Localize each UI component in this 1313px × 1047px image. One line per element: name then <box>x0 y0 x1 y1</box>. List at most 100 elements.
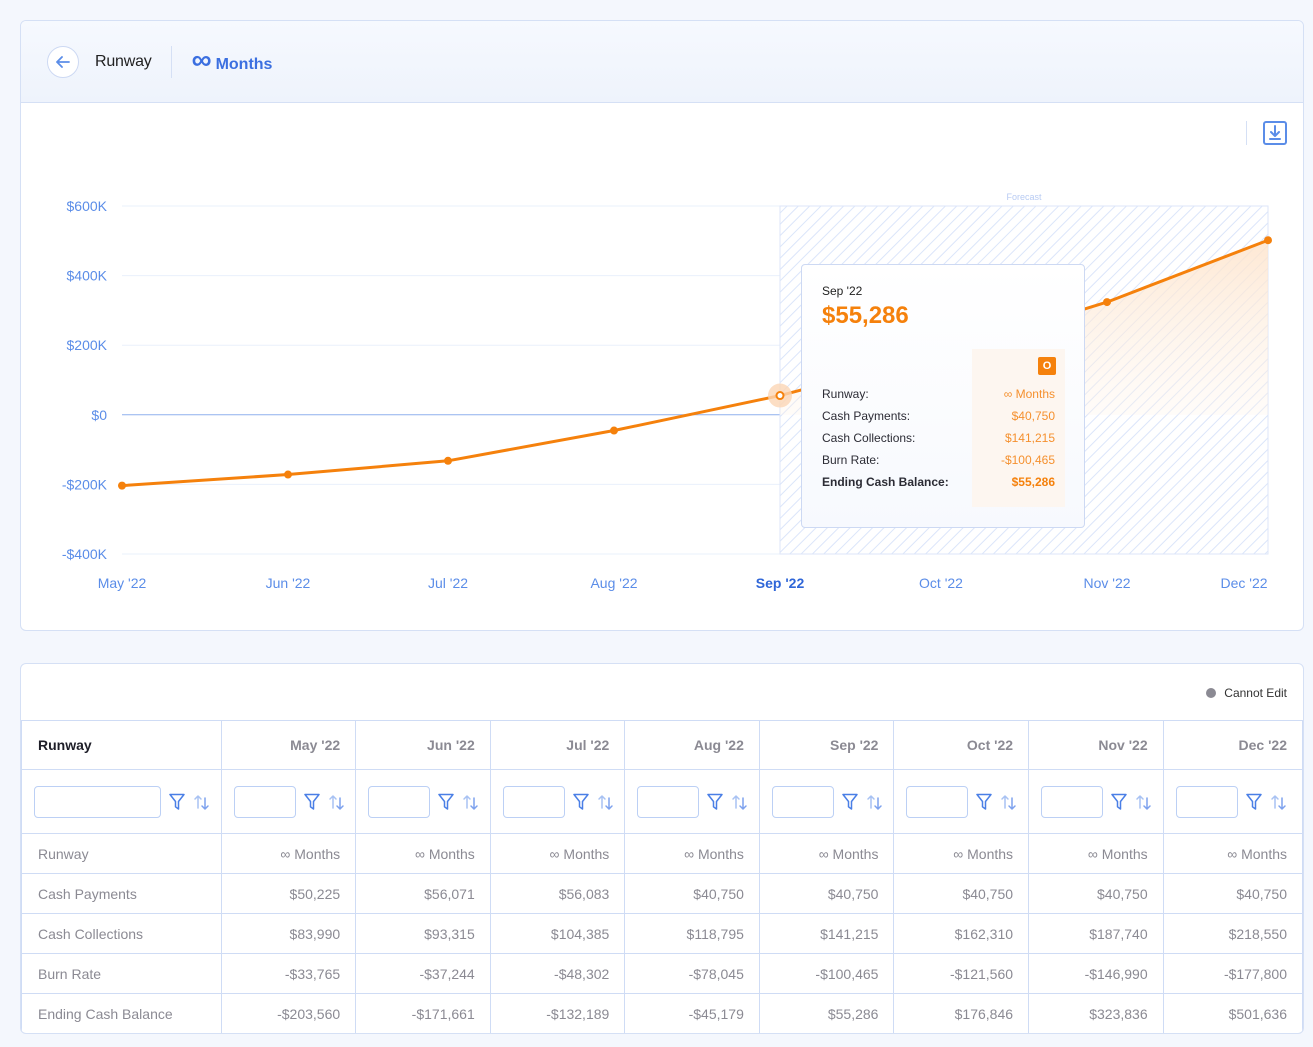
table-cell: ∞ Months <box>758 833 895 874</box>
table-row: Ending Cash Balance -$203,560 -$171,661 -$1… <box>21 993 1303 1033</box>
filter-cell <box>1162 769 1303 834</box>
column-filter-input[interactable] <box>368 785 431 818</box>
table-row: Cash Payments $50,225 $56,071 $56,083 $40,75… <box>21 873 1303 914</box>
filter-cell <box>1028 769 1164 834</box>
filter-icon[interactable] <box>842 793 858 811</box>
table-cell: $187,740 <box>1028 913 1164 954</box>
table-cell: $323,836 <box>1028 993 1164 1033</box>
column-header-runway[interactable]: Runway <box>21 720 222 770</box>
filter-controls <box>368 785 490 818</box>
y-tick-label: $0 <box>91 407 107 423</box>
column-filter-input[interactable] <box>233 785 296 818</box>
column-filter-input[interactable] <box>906 785 969 818</box>
y-tick-label: -$400K <box>62 546 108 562</box>
table-cell: $118,795 <box>624 913 760 954</box>
row-label: Burn Rate <box>21 953 222 994</box>
column-header[interactable]: Nov '22 <box>1028 720 1164 770</box>
table-cell: -$171,661 <box>355 993 491 1033</box>
column-filter-input[interactable] <box>34 785 161 818</box>
sort-icon[interactable] <box>1000 793 1018 811</box>
filter-controls <box>502 785 625 818</box>
tooltip-row-value: $40,750 <box>1011 409 1055 423</box>
table-cell: $176,846 <box>893 993 1030 1033</box>
x-tick-label-active: Sep '22 <box>756 575 805 591</box>
sort-icon[interactable] <box>731 793 749 811</box>
table-cell: $40,750 <box>1028 873 1164 914</box>
tooltip-row-cash-payments: Cash Payments: $40,750 <box>822 405 1055 427</box>
tooltip-date: Sep '22 <box>822 284 863 298</box>
column-header[interactable]: Aug '22 <box>624 720 760 770</box>
column-filter-input[interactable] <box>1175 785 1238 818</box>
table-cell: $40,750 <box>624 873 760 914</box>
table-cell: -$78,045 <box>624 953 760 994</box>
tooltip-row-burn-rate: Burn Rate: -$100,465 <box>822 449 1055 471</box>
column-filter-input[interactable] <box>502 785 565 818</box>
sort-icon[interactable] <box>1135 793 1153 811</box>
filter-row <box>21 769 1303 834</box>
runway-table-card: Cannot Edit Runway May '22 Jun '22 Jul '22… <box>20 663 1304 1034</box>
filter-icon[interactable] <box>1245 793 1262 811</box>
table-cell: $50,225 <box>220 873 357 914</box>
filter-controls <box>906 785 1028 818</box>
column-header[interactable]: Oct '22 <box>893 720 1030 770</box>
sort-icon[interactable] <box>597 793 615 811</box>
data-point <box>118 481 126 490</box>
x-tick-label: Dec '22 <box>1220 575 1267 591</box>
table-cell: ∞ Months <box>489 833 626 874</box>
filter-cell <box>355 769 491 834</box>
column-header[interactable]: Jun '22 <box>355 720 491 770</box>
table-cell: -$203,560 <box>220 993 357 1033</box>
tooltip-rows: Runway: ∞ Months Cash Payments: $40,750 … <box>822 383 1055 493</box>
table-cell: -$33,765 <box>220 953 357 994</box>
sort-icon[interactable] <box>866 793 884 811</box>
table-row: Runway ∞ Months ∞ Months ∞ Months ∞ Months ∞ … <box>21 833 1303 874</box>
filter-cell <box>489 769 626 834</box>
filter-cell <box>220 769 357 834</box>
cannot-edit-legend: Cannot Edit <box>1206 686 1287 700</box>
filter-controls <box>1041 785 1163 818</box>
filter-controls <box>1175 785 1302 818</box>
filter-controls <box>233 785 356 818</box>
column-filter-input[interactable] <box>637 785 700 818</box>
tooltip-row-runway: Runway: ∞ Months <box>822 383 1055 405</box>
x-tick-label: Aug '22 <box>590 575 637 591</box>
filter-icon[interactable] <box>976 793 993 811</box>
filter-icon[interactable] <box>707 793 724 811</box>
column-header[interactable]: Jul '22 <box>489 720 626 770</box>
column-filter-input[interactable] <box>771 785 834 818</box>
x-tick-label: Jul '22 <box>428 575 468 591</box>
filter-controls <box>771 785 894 818</box>
tooltip-row-label: Cash Collections: <box>822 431 916 445</box>
column-header[interactable]: Dec '22 <box>1162 720 1303 770</box>
column-header[interactable]: Sep '22 <box>758 720 895 770</box>
filter-icon[interactable] <box>169 793 185 811</box>
column-filter-input[interactable] <box>1041 785 1104 818</box>
table-cell: -$177,800 <box>1162 953 1303 994</box>
data-point <box>610 426 618 435</box>
data-point <box>444 456 452 465</box>
sort-icon[interactable] <box>328 793 346 811</box>
sort-icon[interactable] <box>462 793 480 811</box>
filter-cell <box>21 769 222 834</box>
y-tick-label: $400K <box>67 268 108 284</box>
tooltip-row-value: ∞ Months <box>1003 387 1055 401</box>
table-cell: $56,083 <box>489 873 626 914</box>
table-cell: -$48,302 <box>489 953 626 994</box>
filter-icon[interactable] <box>572 793 589 811</box>
row-label: Ending Cash Balance <box>21 993 222 1033</box>
column-header[interactable]: May '22 <box>220 720 357 770</box>
series-badge: O <box>1038 357 1056 375</box>
forecast-label: Forecast <box>1006 192 1042 202</box>
filter-controls <box>34 785 221 818</box>
filter-icon[interactable] <box>438 793 454 811</box>
sort-icon[interactable] <box>1270 793 1288 811</box>
table-cell: ∞ Months <box>355 833 491 874</box>
x-tick-label: Nov '22 <box>1083 575 1130 591</box>
tooltip-row-label: Burn Rate: <box>822 453 880 467</box>
sort-icon[interactable] <box>193 793 211 811</box>
filter-icon[interactable] <box>1111 793 1127 811</box>
table-cell: $141,215 <box>758 913 895 954</box>
x-tick-label: May '22 <box>98 575 147 591</box>
data-point-highlighted <box>775 391 785 401</box>
filter-icon[interactable] <box>303 793 320 811</box>
